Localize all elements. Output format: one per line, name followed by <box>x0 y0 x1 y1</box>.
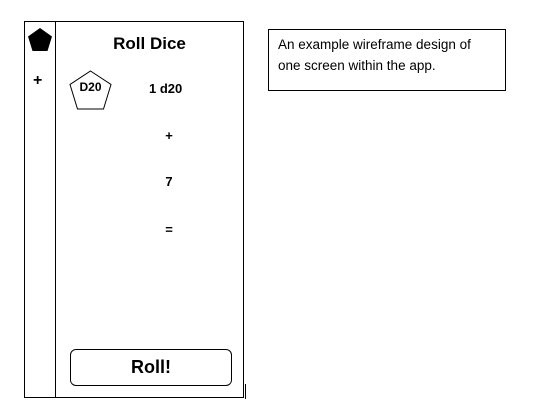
divider-tick <box>245 384 246 399</box>
equals-operator: = <box>165 222 173 237</box>
die-selector[interactable]: D20 <box>69 70 112 110</box>
roll-button[interactable]: Roll! <box>70 349 232 386</box>
phone-frame: + Roll Dice D20 1 d20 + 7 = Roll! <box>24 21 244 398</box>
annotation-note: An example wireframe design of one scree… <box>268 29 506 91</box>
page-title: Roll Dice <box>113 34 186 53</box>
pentagon-icon[interactable] <box>27 27 53 52</box>
side-rail: + <box>25 22 56 397</box>
modifier-value: 7 <box>165 174 173 189</box>
die-label: D20 <box>79 80 102 94</box>
plus-operator: + <box>165 128 173 143</box>
dice-expression: 1 d20 <box>149 81 183 96</box>
add-icon[interactable]: + <box>33 72 42 90</box>
